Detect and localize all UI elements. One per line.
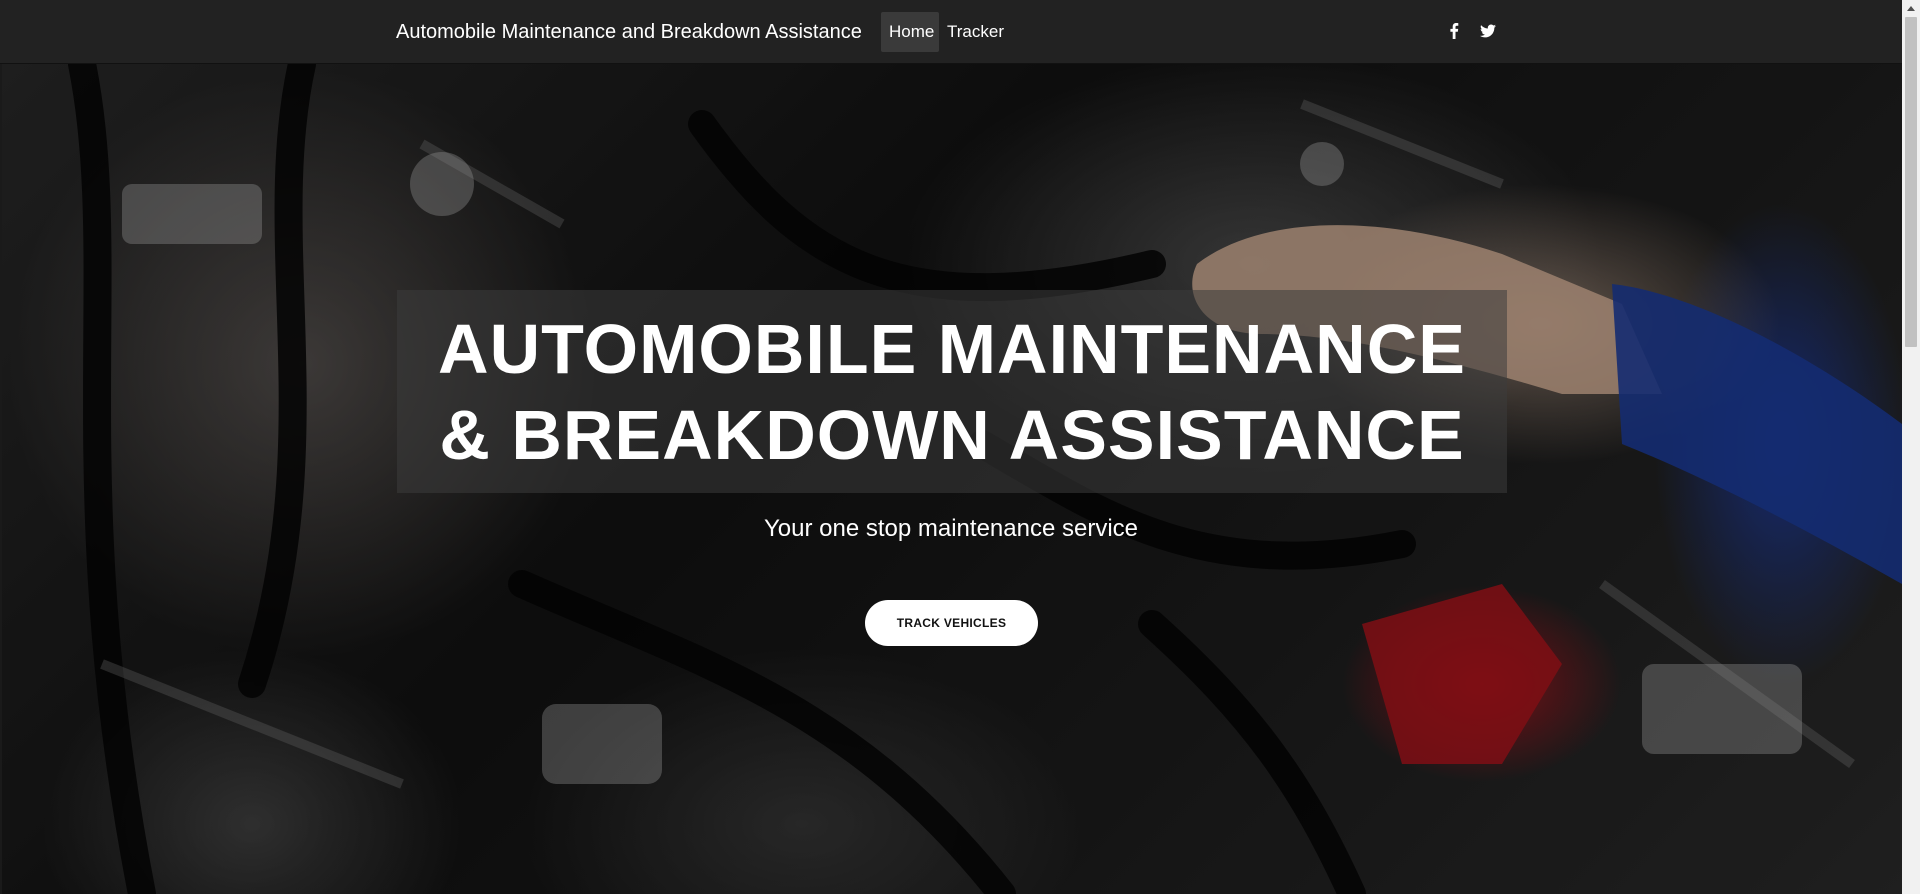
twitter-icon[interactable]	[1477, 20, 1499, 42]
hero-title: AUTOMOBILE MAINTENANCE & BREAKDOWN ASSIS…	[438, 309, 1466, 474]
scroll-up-icon[interactable]	[1907, 6, 1915, 11]
vertical-scrollbar[interactable]	[1902, 0, 1920, 894]
track-vehicles-button[interactable]: TRACK VEHICLES	[865, 600, 1038, 646]
nav-item-home[interactable]: Home	[881, 12, 939, 52]
hero-title-box: AUTOMOBILE MAINTENANCE & BREAKDOWN ASSIS…	[397, 290, 1507, 493]
facebook-icon[interactable]	[1443, 20, 1465, 42]
hero-subtitle: Your one stop maintenance service	[763, 515, 1138, 542]
scrollbar-thumb[interactable]	[1905, 17, 1917, 347]
page: Automobile Maintenance and Breakdown Ass…	[0, 0, 1920, 894]
navbar: Automobile Maintenance and Breakdown Ass…	[0, 0, 1902, 64]
brand-link[interactable]: Automobile Maintenance and Breakdown Ass…	[396, 19, 862, 45]
nav-item-tracker[interactable]: Tracker	[939, 12, 1012, 52]
